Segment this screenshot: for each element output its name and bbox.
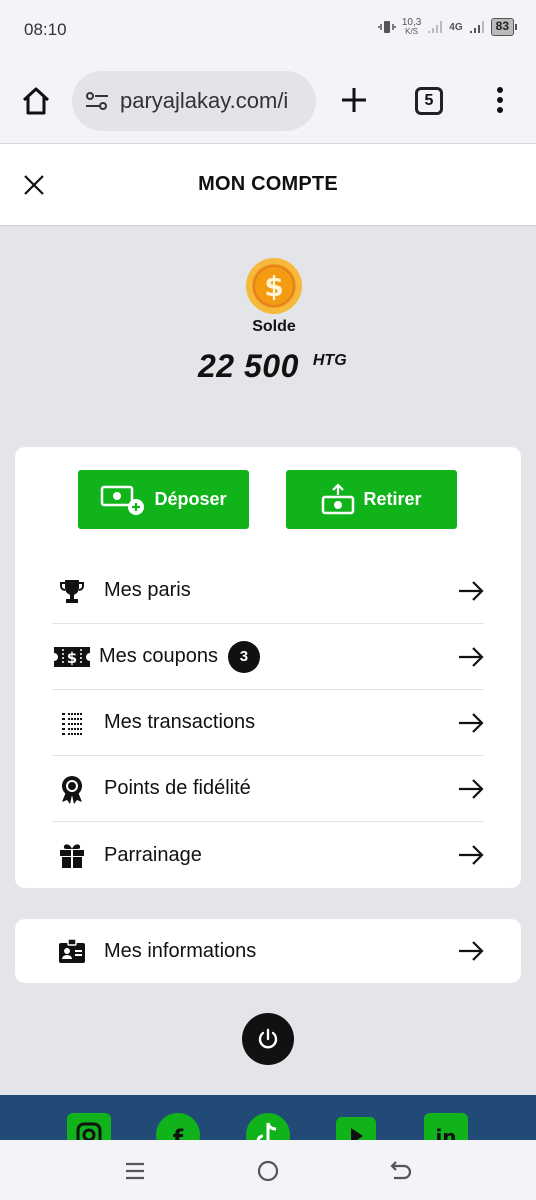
account-menu-card: Déposer Retirer Mes paris $ Mes coupons … [15, 447, 521, 888]
arrow-right-icon [459, 581, 484, 601]
my-information-card: Mes informations [15, 919, 521, 983]
cash-plus-icon [101, 485, 145, 515]
deposit-button[interactable]: Déposer [78, 470, 249, 529]
address-bar[interactable]: paryajlakay.com/i [72, 71, 316, 131]
award-icon [57, 774, 87, 804]
site-settings-icon[interactable] [84, 90, 110, 112]
logout-button[interactable] [242, 1013, 294, 1065]
arrow-right-icon [459, 845, 484, 865]
tab-switcher-button[interactable]: 5 [415, 87, 443, 115]
deposit-label: Déposer [154, 489, 227, 509]
withdraw-label: Retirer [363, 489, 422, 509]
ticket-icon: $ [52, 642, 92, 672]
balance-display: 22 500 HTG [198, 348, 347, 385]
browser-toolbar: paryajlakay.com/i 5 [0, 60, 536, 144]
arrow-right-icon [459, 779, 484, 799]
menu-item-mes-transactions[interactable]: Mes transactions [52, 690, 484, 756]
home-nav-icon[interactable] [255, 1158, 281, 1184]
menu-item-label: Mes coupons [99, 645, 218, 667]
menu-item-points-fidelite[interactable]: Points de fidélité [52, 756, 484, 822]
balance-label: Solde [252, 318, 296, 335]
more-options-icon[interactable] [490, 84, 510, 116]
system-navigation-bar [0, 1140, 536, 1200]
menu-item-label: Parrainage [104, 843, 202, 866]
vibrate-icon [378, 21, 396, 33]
network-speed: 10,3 K/S [401, 17, 422, 37]
status-time: 08:10 [24, 20, 67, 39]
status-indicators: 10,3 K/S 4G 83 [378, 17, 518, 37]
menu-item-mes-informations[interactable]: Mes informations [52, 918, 484, 984]
status-bar: 08:10 10,3 K/S 4G 83 [0, 0, 536, 60]
menu-item-label: Points de fidélité [104, 777, 251, 799]
back-icon[interactable] [388, 1158, 414, 1184]
menu-item-parrainage[interactable]: Parrainage [52, 822, 484, 888]
id-card-icon [57, 936, 87, 966]
coupon-count-badge: 3 [227, 640, 260, 673]
gift-icon [57, 840, 87, 870]
home-icon[interactable] [20, 85, 52, 117]
network-type: 4G [449, 21, 463, 33]
arrow-right-icon [459, 647, 484, 667]
balance-currency: HTG [312, 352, 347, 369]
page-title: MON COMPTE [198, 173, 338, 195]
menu-item-mes-coupons[interactable]: $ Mes coupons 3 [52, 624, 484, 690]
menu-item-label: Mes transactions [104, 711, 256, 733]
social-footer: f in [0, 1095, 536, 1145]
arrow-right-icon [459, 713, 484, 733]
recent-apps-icon[interactable] [122, 1158, 148, 1184]
menu-item-label: Mes paris [104, 579, 191, 601]
new-tab-icon[interactable] [338, 84, 370, 116]
power-icon [258, 1028, 278, 1049]
menu-item-label: Mes informations [104, 939, 257, 962]
svg-text:$: $ [264, 270, 283, 303]
balance-amount: 22 500 [198, 348, 299, 384]
cash-up-icon [322, 482, 355, 514]
trophy-icon [57, 576, 87, 606]
coin-icon: $ [246, 258, 302, 314]
battery-indicator: 83 [490, 18, 518, 36]
svg-text:$: $ [67, 649, 77, 667]
arrow-right-icon [459, 941, 484, 961]
menu-item-mes-paris[interactable]: Mes paris [52, 558, 484, 624]
list-icon [57, 708, 87, 738]
withdraw-button[interactable]: Retirer [286, 470, 457, 529]
signal-empty-icon [428, 21, 443, 33]
url-text: paryajlakay.com/i [120, 88, 289, 113]
signal-icon [469, 21, 484, 33]
page-header: MON COMPTE [0, 144, 536, 226]
